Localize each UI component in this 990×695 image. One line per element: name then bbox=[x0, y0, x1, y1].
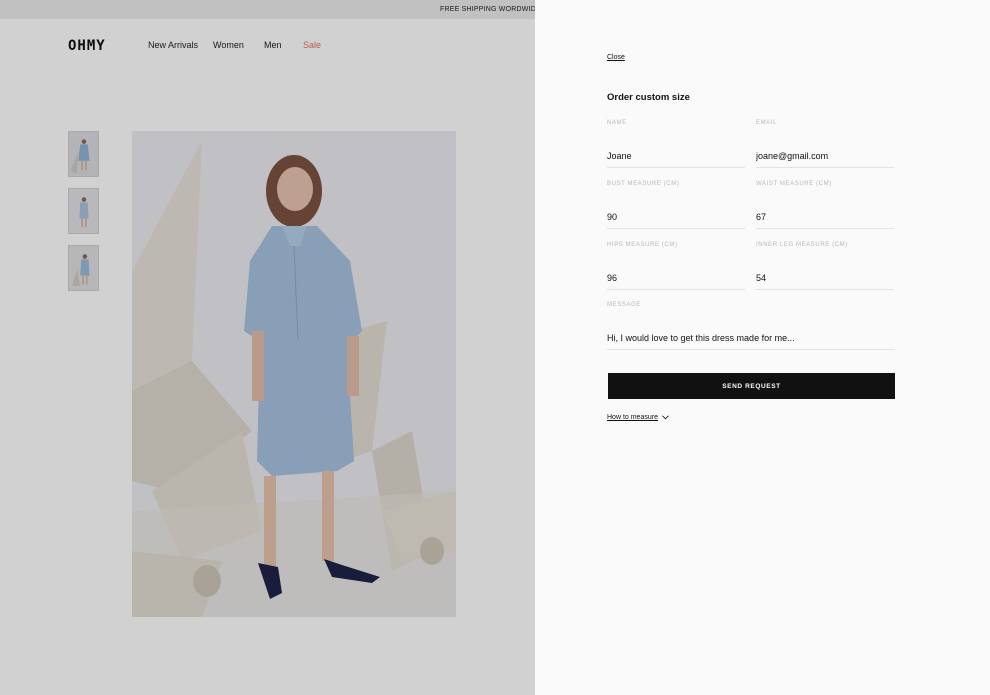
email-field[interactable] bbox=[756, 144, 894, 168]
send-request-button[interactable]: SEND REQUEST bbox=[608, 373, 895, 399]
custom-size-panel: Close Order custom size NAME EMAIL BUST … bbox=[535, 0, 990, 695]
hips-label: HIPS MEASURE (CM) bbox=[607, 242, 678, 248]
inner-leg-field[interactable] bbox=[756, 266, 894, 290]
how-to-measure-toggle[interactable]: How to measure bbox=[607, 414, 669, 421]
email-label: EMAIL bbox=[756, 120, 778, 126]
email-field-group: EMAIL bbox=[756, 120, 894, 168]
bust-label: BUST MEASURE (CM) bbox=[607, 181, 680, 187]
waist-field[interactable] bbox=[756, 205, 894, 229]
hips-field-group: HIPS MEASURE (CM) bbox=[607, 242, 745, 290]
name-field-group: NAME bbox=[607, 120, 745, 168]
hips-field[interactable] bbox=[607, 266, 745, 290]
message-field-group: MESSAGE bbox=[607, 302, 895, 350]
bust-field[interactable] bbox=[607, 205, 745, 229]
chevron-down-icon bbox=[662, 415, 669, 420]
inner-leg-field-group: INNER LEG MEASURE (CM) bbox=[756, 242, 894, 290]
name-label: NAME bbox=[607, 120, 627, 126]
name-field[interactable] bbox=[607, 144, 745, 168]
message-label: MESSAGE bbox=[607, 302, 641, 308]
waist-label: WAIST MEASURE (CM) bbox=[756, 181, 832, 187]
panel-title: Order custom size bbox=[607, 92, 690, 103]
bust-field-group: BUST MEASURE (CM) bbox=[607, 181, 745, 229]
message-field[interactable] bbox=[607, 326, 895, 350]
how-to-measure-label: How to measure bbox=[607, 414, 658, 421]
inner-leg-label: INNER LEG MEASURE (CM) bbox=[756, 242, 848, 248]
close-link[interactable]: Close bbox=[607, 54, 625, 61]
waist-field-group: WAIST MEASURE (CM) bbox=[756, 181, 894, 229]
